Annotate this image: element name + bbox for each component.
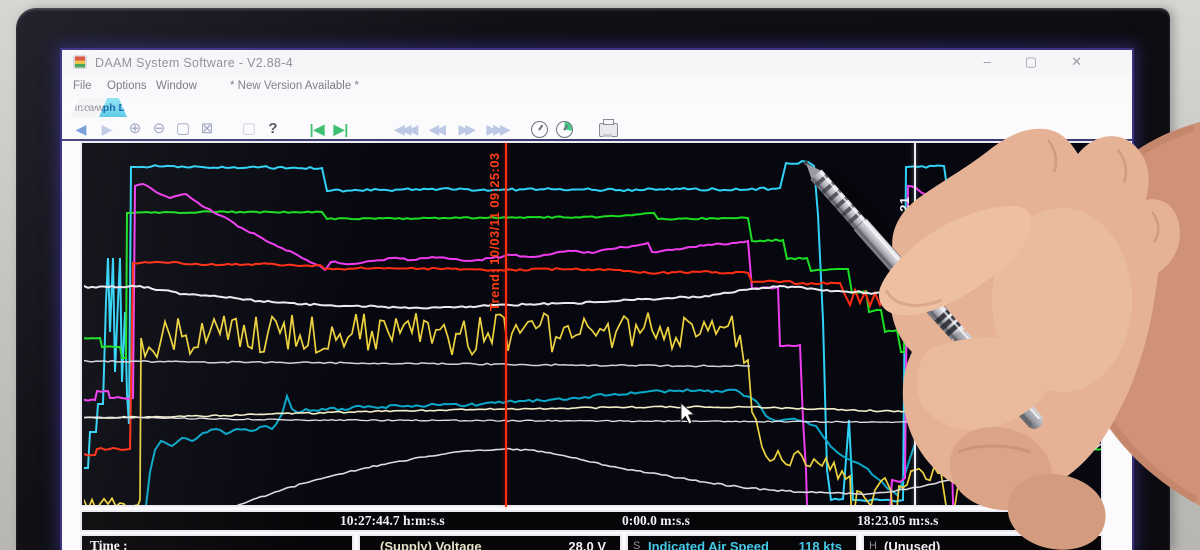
rewind-fast-icon[interactable]: ◀◀◀ xyxy=(394,119,420,139)
legend-unused[interactable]: H (Unused) xyxy=(862,534,1103,550)
time-axis-start: 10:27:44.7 h:m:s.s xyxy=(340,513,445,529)
tab-bar: Intro Live Connection Download Manager D… xyxy=(70,97,98,117)
zoom-out-icon[interactable]: ⊖ xyxy=(150,119,168,139)
time-label-box: Time : xyxy=(80,534,354,550)
clear-region-icon[interactable]: ⊠ xyxy=(198,119,216,139)
rewind-icon[interactable]: ◀◀ xyxy=(426,119,450,139)
photo-of-monitor: DAAM System Software - V2.88-4 – ▢ ✕ Fil… xyxy=(0,0,1200,550)
forward-fast-icon[interactable]: ▶▶▶ xyxy=(486,119,512,139)
new-version-notice[interactable]: * New Version Available * xyxy=(230,80,359,92)
clock-icon[interactable] xyxy=(531,121,548,138)
toolbar: ◀ ▶ ⊕ ⊖ ▢ ⊠ ▢ ? |◀ ▶| ◀◀◀ ◀◀ ▶▶ ▶▶▶ xyxy=(72,118,618,140)
nav-back-icon[interactable]: ◀ xyxy=(72,119,90,139)
print-icon[interactable] xyxy=(599,123,618,137)
help-icon[interactable]: ? xyxy=(264,119,282,139)
legend-indicated-air-speed[interactable]: S Indicated Air Speed 118 kts xyxy=(626,534,858,550)
trend-cursor-line[interactable] xyxy=(505,143,507,507)
minimize-button[interactable]: – xyxy=(984,54,991,70)
menu-options[interactable]: Options xyxy=(107,80,147,92)
menu-bar: File Options Window * New Version Availa… xyxy=(62,75,1132,98)
legend-row: Time : (Supply) Voltage 28.0 V S Indicat… xyxy=(80,534,1103,550)
close-button[interactable]: ✕ xyxy=(1071,54,1082,70)
menu-file[interactable]: File xyxy=(73,80,92,92)
forward-icon[interactable]: ▶▶ xyxy=(456,119,480,139)
time-axis-bar: 10:27:44.7 h:m:s.s 0:00.0 m:s.s 18:23.05… xyxy=(80,510,1103,532)
maximize-button[interactable]: ▢ xyxy=(1025,54,1037,70)
graph-plot-area[interactable] xyxy=(80,141,1103,507)
time-label: Time : xyxy=(90,538,128,550)
legend-supply-voltage[interactable]: (Supply) Voltage 28.0 V xyxy=(358,534,622,550)
clock-elapsed-icon[interactable] xyxy=(556,121,573,138)
window-title: DAAM System Software - V2.88-4 xyxy=(95,56,293,70)
snapshot-icon[interactable]: ▢ xyxy=(240,119,258,139)
window-titlebar: DAAM System Software - V2.88-4 – ▢ ✕ xyxy=(62,50,1132,75)
nav-forward-icon[interactable]: ▶ xyxy=(96,119,120,139)
time-cursor-label: 10/03/11 10:09:21 xyxy=(897,197,912,309)
screen: DAAM System Software - V2.88-4 – ▢ ✕ Fil… xyxy=(62,50,1132,550)
time-axis-end: 18:23.05 m:s.s xyxy=(857,513,938,529)
trend-cursor-label: Trend: 10/03/11 09:25:03 xyxy=(487,153,502,311)
time-cursor-line[interactable] xyxy=(914,143,916,507)
zoom-in-icon[interactable]: ⊕ xyxy=(126,119,144,139)
step-back-icon[interactable]: |◀ xyxy=(308,119,326,139)
select-region-icon[interactable]: ▢ xyxy=(174,119,192,139)
menu-window[interactable]: Window xyxy=(156,80,197,92)
time-axis-cursor: 0:00.0 m:s.s xyxy=(622,513,690,529)
app-icon xyxy=(73,55,87,69)
step-forward-icon[interactable]: ▶| xyxy=(332,119,350,139)
